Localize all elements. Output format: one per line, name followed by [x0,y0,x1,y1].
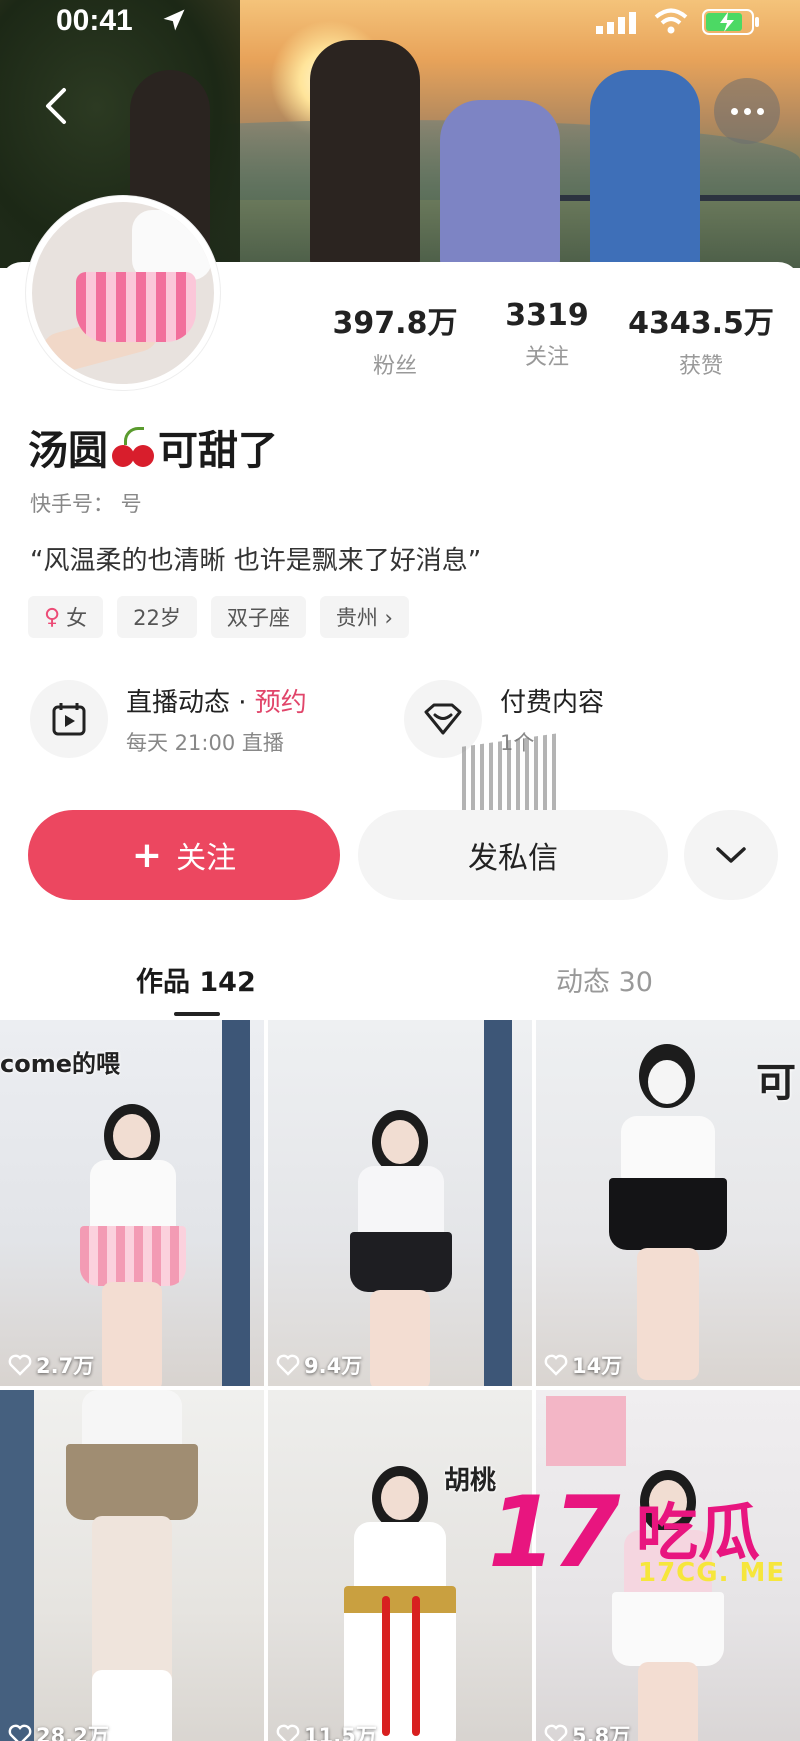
plus-icon: + [131,834,163,876]
heart-icon [276,1724,300,1741]
video-likes: 14万 [544,1350,622,1380]
tab-works[interactable]: 作品 142 [136,960,256,1016]
cherry-emoji-icon [110,425,156,469]
tab-works-label: 作品 142 [136,967,256,998]
status-time: 00:41 [56,4,133,37]
chevron-down-icon [716,847,746,863]
paid-title: 付费内容 [500,687,605,718]
tag-gender: ♀ 女 [28,596,104,638]
video-caption: come的喂 [0,1050,120,1078]
expand-more-button[interactable] [684,810,778,900]
video-caption: 可 [756,1060,796,1106]
tab-active-indicator [174,1012,220,1016]
send-message-button[interactable]: 发私信 [358,810,668,900]
live-title: 直播动态 · 预约 [126,687,307,718]
stat-value: 397.8万 [332,306,458,341]
video-thumbnail[interactable]: come的喂 2.7万 [0,1020,264,1386]
tag-location-label: 贵州 › [335,606,393,630]
stat-followers[interactable]: 397.8万 粉丝 [320,298,470,380]
video-likes: 28.2万 [8,1720,109,1741]
stat-label: 获赞 [678,354,723,379]
video-thumbnail[interactable]: 28.2万 [0,1390,264,1741]
profile-bio: “风温柔的也清晰 也许是飘来了好消息” [30,546,482,576]
location-arrow-icon [163,9,185,31]
reserve-link[interactable]: 预约 [255,688,307,718]
heart-icon [8,1354,32,1376]
video-thumbnail[interactable]: 9.4万 [268,1020,532,1386]
tag-gender-label: 女 [66,606,88,630]
watermark-url: 17CG. ME [638,1558,786,1588]
tag-location[interactable]: 贵州 › [319,596,409,638]
watermark-number: 17 [488,1476,620,1590]
heart-icon [276,1354,300,1376]
status-bar: 00:41 [0,0,800,46]
send-message-label: 发私信 [468,841,558,876]
more-options-button[interactable] [714,78,780,144]
video-likes: 11.5万 [276,1720,377,1741]
heart-icon [544,1354,568,1376]
stat-likes[interactable]: 4343.5万 获赞 [616,298,786,380]
tab-posts[interactable]: 动态 30 [556,960,653,999]
tag-age: 22岁 [117,596,197,638]
tag-age-label: 22岁 [133,606,181,630]
heart-icon [8,1724,32,1741]
video-likes: 9.4万 [276,1350,362,1380]
profile-name: 汤圆 可甜了 [28,418,278,476]
stat-label: 粉丝 [372,354,417,379]
site-watermark: 17 吃瓜 17CG. ME [488,1476,798,1596]
cellular-signal-icon [596,12,636,34]
profile-name-part1: 汤圆 [28,428,108,474]
video-likes: 5.8万 [544,1720,630,1741]
kuaishou-id[interactable]: 快手号： 号 [30,488,142,518]
tag-zodiac: 双子座 [210,596,306,638]
stat-label: 关注 [524,345,569,370]
video-likes: 2.7万 [8,1350,94,1380]
live-subtitle: 每天 21:00 直播 [126,730,284,755]
profile-stats: 397.8万 粉丝 3319 关注 4343.5万 获赞 [320,298,790,380]
battery-charging-icon [702,9,759,35]
video-grid: come的喂 2.7万 9.4万 可 14万 28.2万 胡桃 11.5万 5.… [0,1020,800,1741]
female-symbol-icon: ♀ [44,604,61,630]
follow-label: 关注 [176,841,237,876]
tab-posts-label: 动态 30 [556,967,653,998]
video-thumbnail[interactable]: 可 14万 [536,1020,800,1386]
profile-name-part2: 可甜了 [158,428,278,474]
tag-zodiac-label: 双子座 [226,606,290,630]
avatar[interactable] [26,196,220,390]
stat-value: 3319 [505,298,589,333]
profile-tags: ♀ 女 22岁 双子座 贵州 › [28,596,409,638]
heart-icon [544,1724,568,1741]
more-dots-icon [730,107,738,115]
calendar-play-icon [30,680,108,758]
follow-button[interactable]: + 关注 [28,810,340,900]
live-schedule-entry[interactable]: 直播动态 · 预约 每天 21:00 直播 [30,680,307,758]
wifi-icon [654,8,688,34]
back-arrow-icon[interactable] [36,84,80,128]
stat-following[interactable]: 3319 关注 [492,298,602,380]
stat-value: 4343.5万 [628,306,774,341]
content-tabs: 作品 142 动态 30 [0,950,800,1020]
